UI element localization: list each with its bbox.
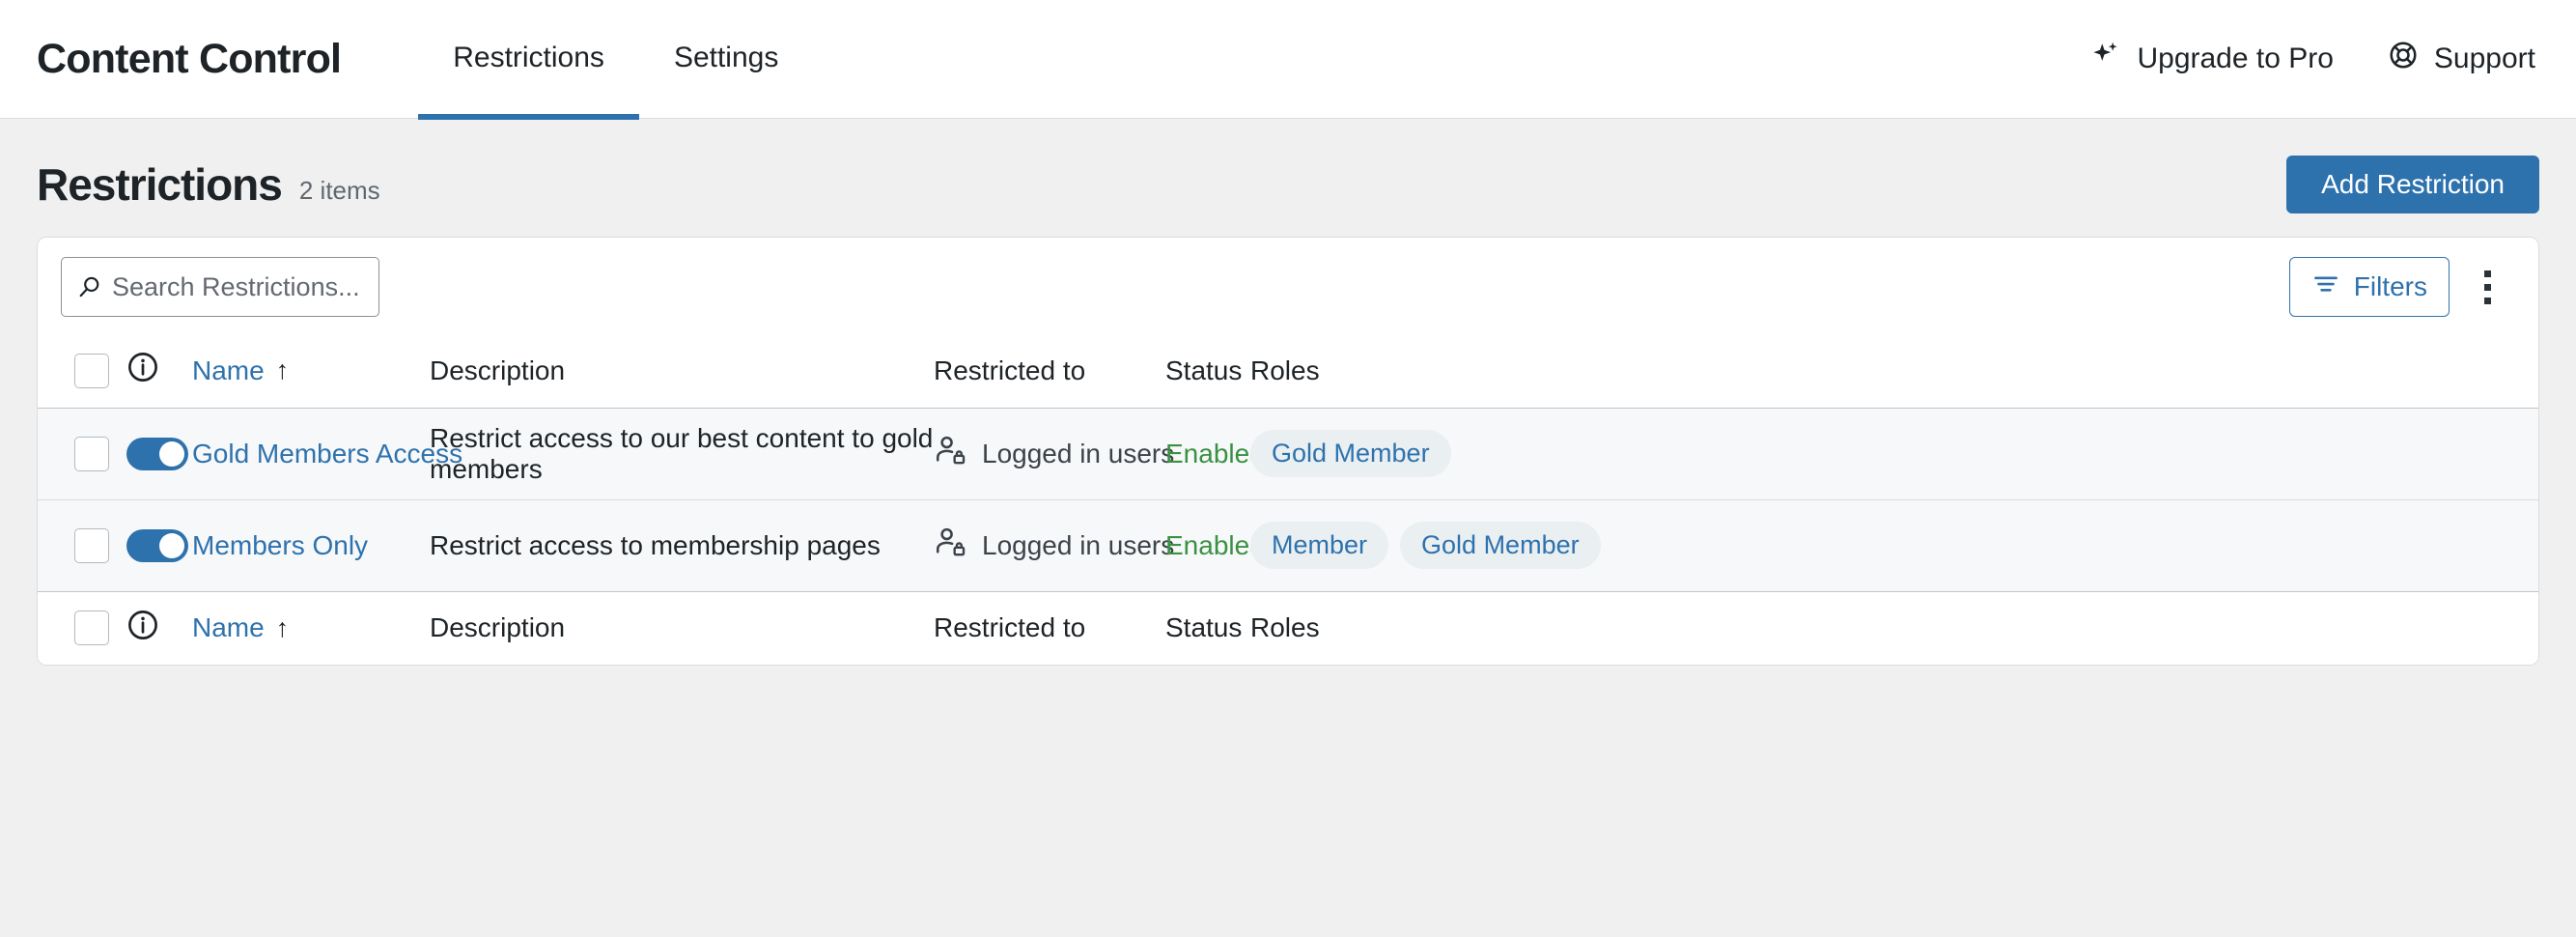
sort-by-name-button[interactable]: Name ↑ <box>192 355 289 386</box>
support-button[interactable]: Support <box>2388 40 2535 78</box>
select-all-header <box>38 334 126 408</box>
row-toggle-cell <box>126 408 192 499</box>
tab-restrictions-label: Restrictions <box>453 42 604 73</box>
kebab-dot <box>2483 297 2491 304</box>
upgrade-to-pro-button[interactable]: Upgrade to Pro <box>2090 40 2334 78</box>
item-count: 2 items <box>298 175 380 205</box>
role-pill[interactable]: Gold Member <box>1250 430 1451 477</box>
row-select-cell <box>38 499 126 591</box>
role-pill[interactable]: Member <box>1250 522 1389 569</box>
column-footer-roles: Roles <box>1250 612 1320 643</box>
restricted-to-label: Logged in users <box>982 438 1175 468</box>
restrictions-table: Name ↑ Description Restricted to Status … <box>38 334 2538 665</box>
filter-icon <box>2311 270 2340 305</box>
info-icon[interactable] <box>126 351 159 390</box>
column-footer-restricted-to: Restricted to <box>934 612 1086 643</box>
restricted-to-label: Logged in users <box>982 529 1175 560</box>
row-toggle-cell <box>126 499 192 591</box>
filters-button[interactable]: Filters <box>2288 257 2450 317</box>
column-footer-description: Description <box>430 612 566 643</box>
restriction-name-link[interactable]: Members Only <box>192 530 368 560</box>
row-roles-cell: Member Gold Member <box>1250 499 2538 591</box>
kebab-dot <box>2483 283 2491 291</box>
row-status-cell: Enabled <box>1165 408 1265 499</box>
row-status-cell: Enabled <box>1165 499 1265 591</box>
kebab-dot <box>2483 270 2491 277</box>
column-header-restricted-to: Restricted to <box>934 355 1086 385</box>
column-header-description: Description <box>430 355 566 385</box>
column-header-name-label: Name <box>192 355 265 385</box>
tab-settings[interactable]: Settings <box>639 2 813 120</box>
column-footer-name-label: Name <box>192 612 265 643</box>
app-header: Content Control Restrictions Settings Up… <box>0 0 2576 120</box>
select-all-checkbox[interactable] <box>74 610 109 646</box>
info-footer <box>126 591 192 665</box>
row-description: Restrict access to membership pages <box>430 529 881 560</box>
column-footer-name: Name ↑ <box>192 591 430 665</box>
more-options-icon[interactable] <box>2457 257 2517 317</box>
row-restricted-to-cell: Logged in users <box>934 499 1174 591</box>
row-description: Restrict access to our best content to g… <box>430 422 934 484</box>
header-actions: Upgrade to Pro Support <box>2090 0 2576 118</box>
row-restricted-to-cell: Logged in users <box>934 408 1174 499</box>
column-header-status: Status <box>1165 355 1243 385</box>
page-body: Restrictions 2 items Add Restriction Sea… <box>0 119 2576 666</box>
row-checkbox[interactable] <box>74 527 109 563</box>
toggle-knob <box>159 440 184 467</box>
table-row[interactable]: Gold Members Access Restrict access to o… <box>38 408 2538 499</box>
role-pill[interactable]: Gold Member <box>1400 522 1601 569</box>
user-lock-icon <box>934 525 966 565</box>
app-brand: Content Control <box>37 35 342 82</box>
user-lock-icon <box>934 434 966 473</box>
info-icon[interactable] <box>126 609 159 648</box>
restrictions-card: Filters <box>37 237 2539 666</box>
search-field-wrapper <box>61 257 379 317</box>
row-name-cell: Members Only <box>192 499 430 591</box>
column-footer-status: Status <box>1165 612 1243 643</box>
sort-by-name-button[interactable]: Name ↑ <box>192 612 289 643</box>
add-restriction-button[interactable]: Add Restriction <box>2286 156 2539 213</box>
sort-ascending-icon: ↑ <box>275 355 290 385</box>
toolbar-actions: Filters <box>2288 257 2517 317</box>
page-header: Restrictions 2 items Add Restriction <box>37 119 2539 237</box>
support-label: Support <box>2433 43 2535 74</box>
table-body: Gold Members Access Restrict access to o… <box>38 408 2538 591</box>
table-footer-row: Name ↑ Description Restricted to Status … <box>38 591 2538 665</box>
sort-ascending-icon: ↑ <box>275 612 290 642</box>
table-toolbar: Filters <box>38 238 2538 334</box>
toggle-knob <box>159 532 184 558</box>
restriction-name-link[interactable]: Gold Members Access <box>192 439 462 468</box>
lifebuoy-icon <box>2388 40 2419 78</box>
row-select-cell <box>38 408 126 499</box>
upgrade-to-pro-label: Upgrade to Pro <box>2137 43 2334 74</box>
row-name-cell: Gold Members Access <box>192 408 462 499</box>
page-title: Restrictions <box>37 159 283 210</box>
column-header-roles: Roles <box>1250 355 1320 385</box>
table-header-row: Name ↑ Description Restricted to Status … <box>38 334 2538 408</box>
row-roles-cell: Gold Member <box>1250 408 2538 499</box>
info-header <box>126 334 192 408</box>
select-all-footer <box>38 591 126 665</box>
sparkle-icon <box>2090 40 2121 78</box>
select-all-checkbox[interactable] <box>74 353 109 388</box>
tab-settings-label: Settings <box>673 42 779 73</box>
primary-nav: Restrictions Settings <box>418 0 813 120</box>
tab-restrictions[interactable]: Restrictions <box>418 2 639 120</box>
row-checkbox[interactable] <box>74 436 109 471</box>
filters-label: Filters <box>2353 271 2427 301</box>
search-input[interactable] <box>61 257 379 317</box>
enable-toggle[interactable] <box>126 528 188 562</box>
column-header-name: Name ↑ <box>192 334 430 408</box>
table-row[interactable]: Members Only Restrict access to membersh… <box>38 499 2538 591</box>
enable-toggle[interactable] <box>126 437 188 470</box>
